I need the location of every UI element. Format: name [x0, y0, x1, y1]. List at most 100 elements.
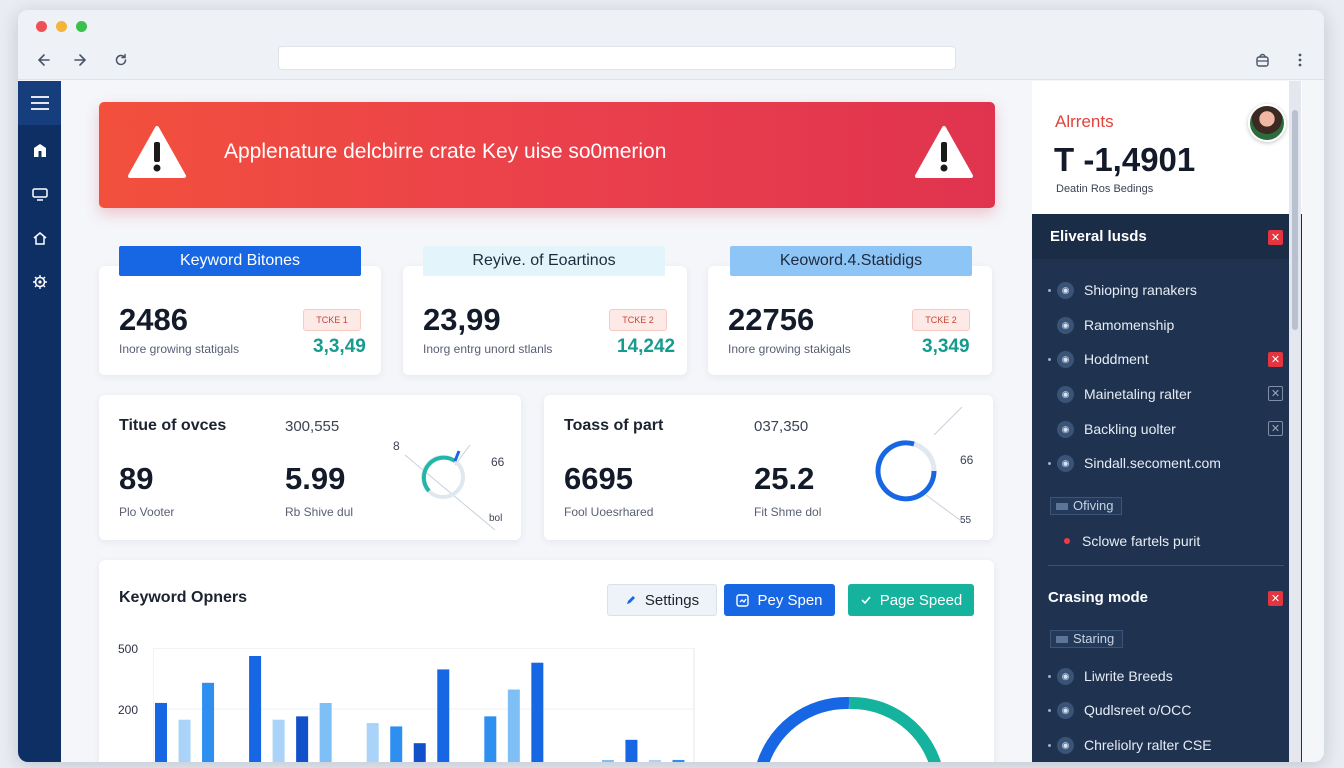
pencil-icon — [626, 596, 635, 604]
list-item[interactable]: ◉ Qudlsreet o/OCC — [1048, 698, 1288, 722]
bar-chart — [153, 648, 695, 762]
list-item[interactable]: Sclowe fartels purit — [1064, 529, 1304, 553]
chart-bar — [249, 656, 262, 762]
list-item-label: Qudlsreet o/OCC — [1084, 702, 1192, 718]
chart-bar — [366, 723, 379, 762]
bullet-icon — [1048, 393, 1051, 396]
list-item-label: Sclowe fartels purit — [1082, 533, 1201, 549]
pay-span-button[interactable]: Pey Spen — [724, 584, 835, 616]
list-item-label: Backling uolter — [1084, 421, 1176, 437]
list-item-label: Liwrite Breeds — [1084, 668, 1173, 684]
building-icon — [34, 144, 46, 157]
chart-bar — [178, 719, 191, 762]
gauge-label: 66 — [491, 455, 505, 469]
item-icon: ◉ — [1057, 667, 1074, 685]
folder-icon — [1056, 636, 1068, 643]
scrollbar-thumb[interactable] — [1292, 110, 1298, 330]
settings-button[interactable]: Settings — [607, 584, 717, 616]
chart-bar — [507, 689, 520, 762]
stat-value-1: 89 — [119, 461, 154, 496]
chart-bar — [601, 759, 614, 762]
kpi-card-2: 23,99 TCKE 2 Inorg entrg unord stlanls 1… — [403, 266, 687, 375]
remove-item-button[interactable]: ✕ — [1268, 352, 1283, 367]
list-item[interactable]: ◉ Backling uolter — [1048, 417, 1288, 441]
alert-banner: Applenature delcbirre crate Key uise so0… — [99, 102, 995, 208]
chart-bar — [531, 662, 544, 762]
stat-value-1: 6695 — [564, 461, 633, 496]
remove-item-button[interactable]: ✕ — [1268, 421, 1283, 436]
address-bar[interactable] — [278, 46, 956, 70]
sidebar-item-house[interactable] — [27, 225, 53, 251]
chart-bar — [202, 682, 215, 762]
stat-card-1: Titue of ovces 300,555 89 Plo Vooter 5.9… — [99, 395, 521, 540]
kpi-badge: TCKE 2 — [912, 309, 970, 331]
warning-icon — [128, 126, 186, 178]
reload-icon — [115, 53, 127, 66]
chart-bar — [296, 716, 309, 762]
forward-button[interactable] — [69, 49, 91, 71]
list-item[interactable]: ◉ Hoddment — [1048, 347, 1288, 371]
remove-item-button[interactable]: ✕ — [1268, 386, 1283, 401]
stat-caption-1: Fool Uoesrhared — [564, 505, 654, 519]
sidebar-item-devices[interactable] — [27, 181, 53, 207]
left-sidebar — [18, 81, 61, 762]
item-icon: ◉ — [1057, 701, 1074, 719]
gauge-chart — [875, 406, 965, 524]
browser-toolbar — [18, 40, 1324, 80]
section-title: Eliveral lusds — [1050, 228, 1147, 245]
page-speed-button-label: Page Speed — [879, 591, 963, 609]
gauge-label: 8 — [393, 439, 400, 453]
bullet-icon — [1048, 743, 1051, 747]
subsection-label: Staring — [1050, 630, 1124, 648]
sidebar-menu-button[interactable] — [18, 81, 61, 125]
chart-panel: Keyword Opners Settings Pey Spen Page Sp… — [99, 560, 994, 762]
stat-subtitle: 300,555 — [285, 418, 340, 435]
stat-title: Titue of ovces — [119, 417, 227, 434]
subsection-label-text: Ofiving — [1073, 498, 1114, 513]
stat-caption-1: Plo Vooter — [119, 505, 175, 519]
list-item[interactable]: ◉ Shioping ranakers — [1048, 278, 1288, 302]
reload-button[interactable] — [110, 49, 132, 71]
close-section-button[interactable]: ✕ — [1268, 591, 1283, 606]
kpi-delta: 3,3,49 — [313, 336, 366, 357]
folder-icon — [1056, 503, 1068, 510]
extensions-button[interactable] — [1251, 49, 1273, 71]
list-item[interactable]: ◉ Sindall.secoment.com — [1048, 451, 1288, 475]
list-item[interactable]: ◉ Mainetaling ralter — [1048, 382, 1288, 406]
main-content: Applenature delcbirre crate Key uise so0… — [61, 81, 1015, 762]
chart-bar — [155, 702, 167, 762]
bullet-icon — [1048, 461, 1051, 465]
maximize-window-button[interactable] — [76, 21, 87, 32]
kpi-tab-keoword-statidigs[interactable]: Keoword.4.Statidigs — [730, 246, 972, 276]
stat-value-2: 25.2 — [754, 461, 815, 496]
alert-message: Applenature delcbirre crate Key uise so0… — [224, 140, 667, 163]
list-item[interactable]: ◉ Chreliolry ralter CSE — [1048, 733, 1288, 757]
kpi-card-3: 22756 TCKE 2 Inore growing stakigals 3,3… — [708, 266, 992, 375]
sidebar-item-home[interactable] — [27, 137, 53, 163]
sidebar-item-settings[interactable] — [27, 269, 53, 295]
kpi-tab-reyive[interactable]: Reyive. of Eoartinos — [423, 246, 665, 276]
browser-menu-button[interactable] — [1289, 49, 1311, 71]
chart-bar — [625, 739, 638, 762]
close-section-button[interactable]: ✕ — [1268, 230, 1283, 245]
y-tick-label: 500 — [118, 642, 139, 656]
status-dot-icon — [1064, 538, 1070, 544]
kpi-tab-keyword-bitones[interactable]: Keyword Bitones — [119, 246, 361, 276]
arrow-left-icon — [37, 54, 50, 66]
close-window-button[interactable] — [36, 21, 47, 32]
avatar[interactable] — [1248, 104, 1286, 142]
check-icon — [861, 596, 871, 605]
back-button[interactable] — [33, 49, 55, 71]
subsection-label: Ofiving — [1050, 497, 1123, 515]
kpi-badge: TCKE 2 — [609, 309, 667, 331]
kpi-delta: 14,242 — [617, 336, 676, 357]
chart-bar — [648, 759, 661, 762]
list-item[interactable]: ◉ Ramomenship — [1048, 313, 1288, 337]
settings-button-label: Settings — [644, 591, 700, 609]
bullet-icon — [1048, 428, 1051, 431]
arrow-right-icon — [74, 54, 87, 66]
minimize-window-button[interactable] — [56, 21, 67, 32]
page-speed-button[interactable]: Page Speed — [848, 584, 974, 616]
pay-span-button-label: Pey Spen — [757, 591, 823, 609]
list-item[interactable]: ◉ Liwrite Breeds — [1048, 664, 1288, 688]
